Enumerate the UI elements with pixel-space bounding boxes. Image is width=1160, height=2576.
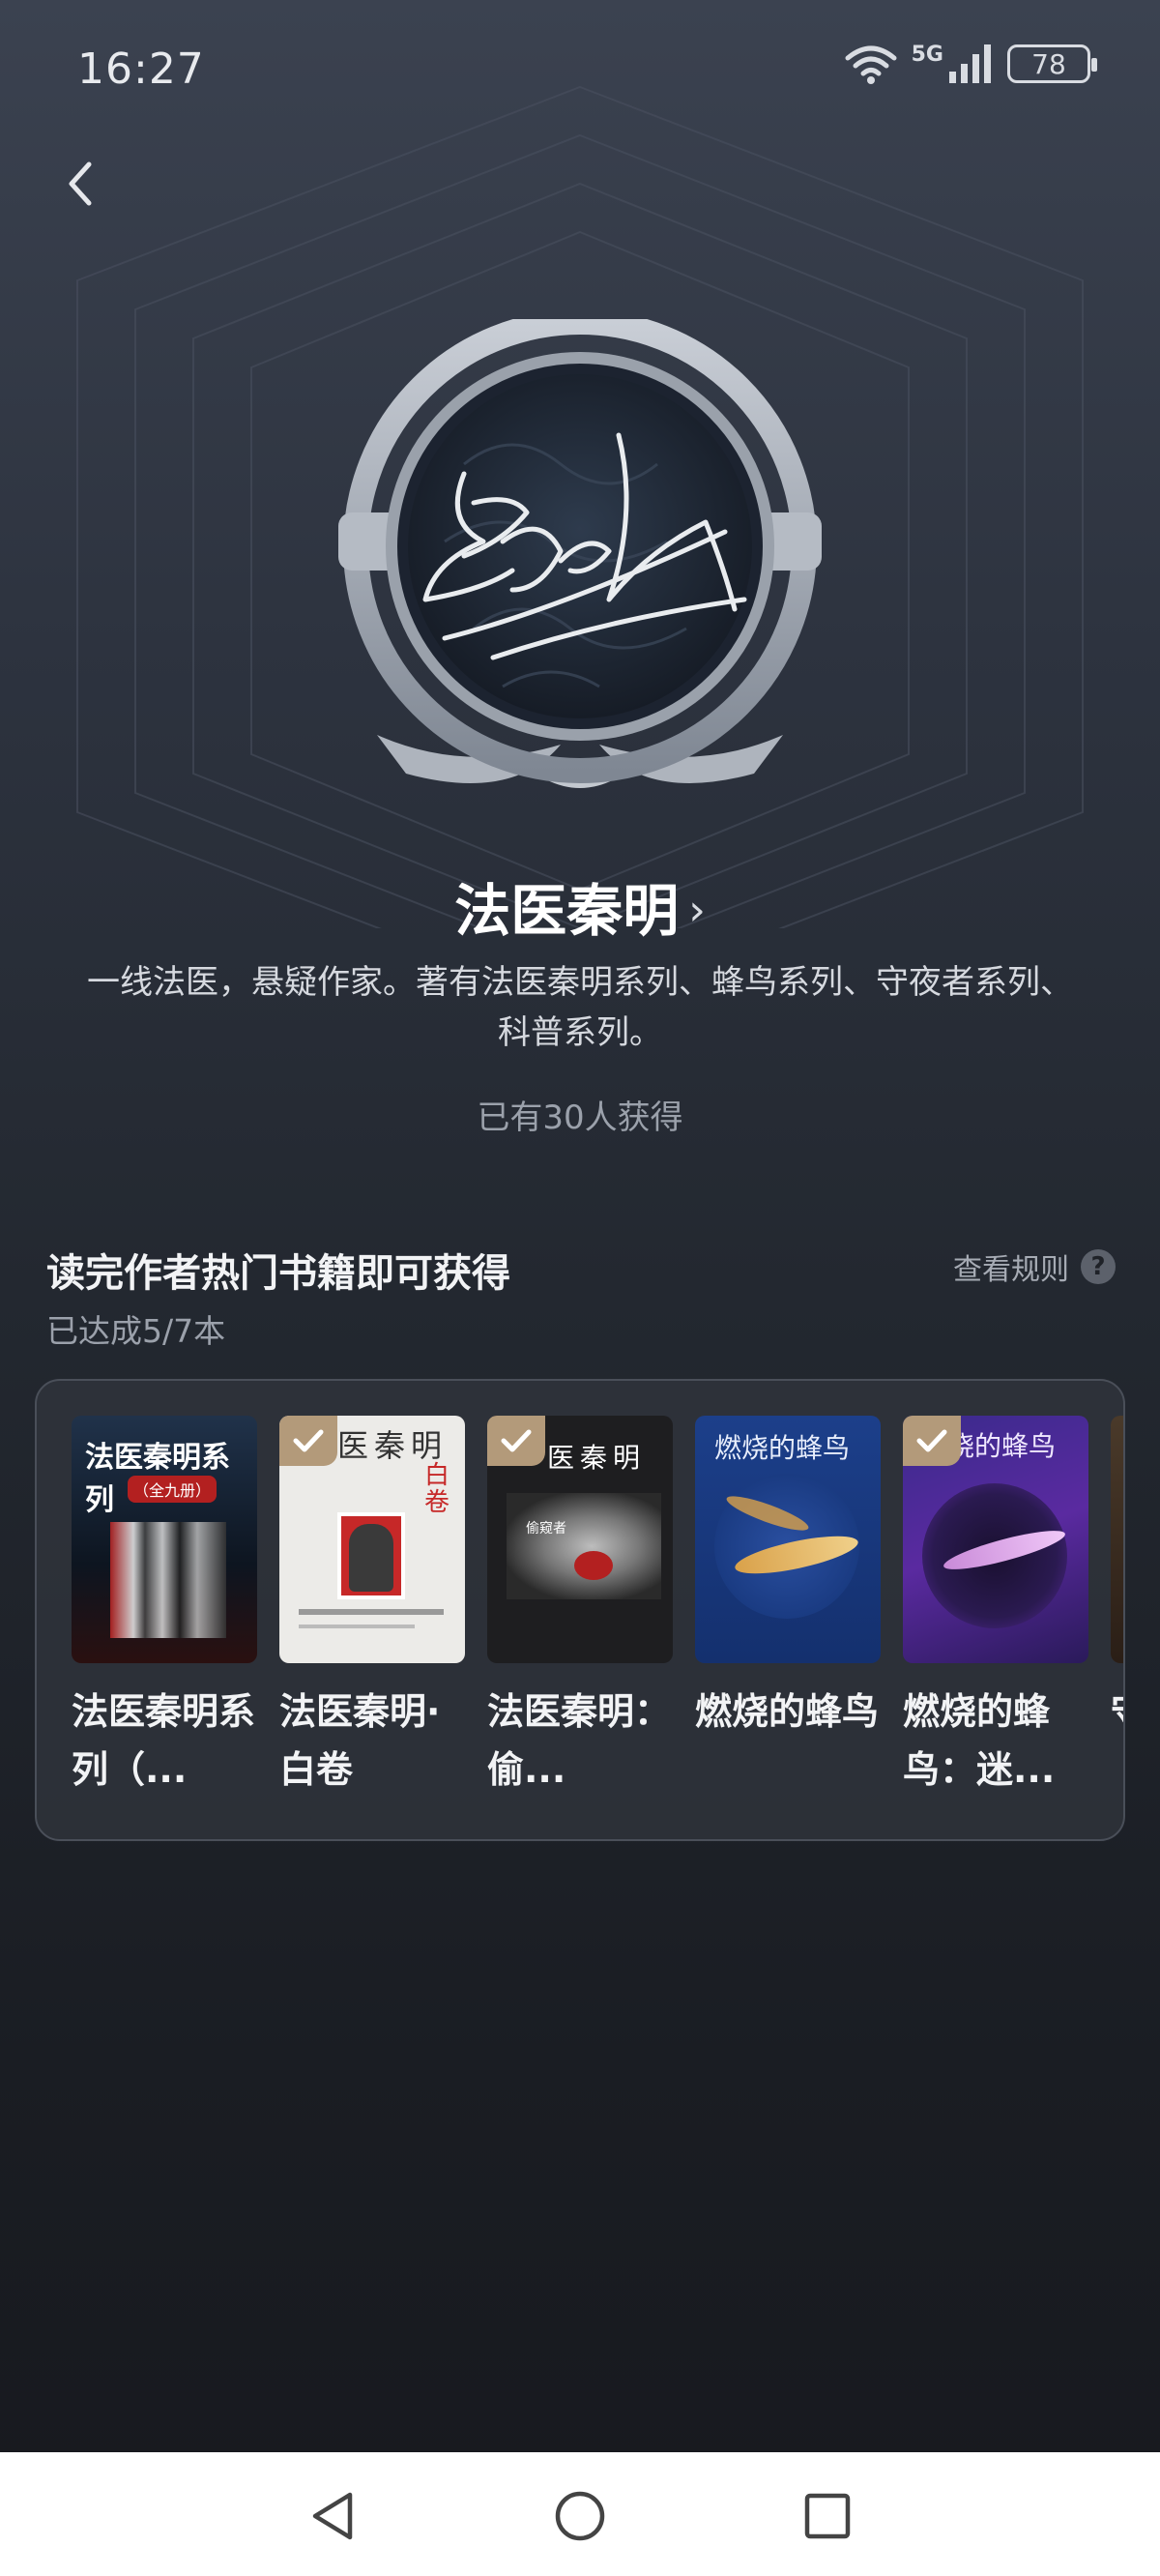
- book-title: 燃烧的蜂鸟: [695, 1690, 880, 1733]
- recents-square-icon[interactable]: [802, 2491, 853, 2541]
- cover-title: 医秦明: [547, 1442, 647, 1474]
- system-nav-bar: [0, 2452, 1160, 2576]
- book-cover: 医秦明 偷窥者: [487, 1416, 673, 1663]
- home-circle-icon[interactable]: [553, 2489, 607, 2543]
- book-title: 法医秦明：偷...: [487, 1690, 672, 1791]
- book-cover: 医秦明 白卷: [279, 1416, 465, 1663]
- signature-medal-icon: [338, 309, 822, 788]
- author-name: 法医秦明: [454, 878, 680, 944]
- chevron-right-icon: ›: [688, 886, 706, 935]
- book-item[interactable]: 燃烧的蜂鸟 燃烧的蜂鸟: [695, 1416, 881, 1741]
- cover-subtitle: （全九册）: [128, 1476, 218, 1503]
- question-icon: ?: [1081, 1249, 1116, 1284]
- book-cover: [1111, 1416, 1123, 1663]
- books-list[interactable]: 法医秦明系列 （全九册） 法医秦明系列（... 医秦明 白卷 法医秦明·白卷 医…: [35, 1379, 1125, 1841]
- cover-title: 烧的蜂鸟: [947, 1430, 1057, 1462]
- view-rules-button[interactable]: 查看规则 ?: [953, 1245, 1116, 1288]
- book-item[interactable]: 法医秦明系列 （全九册） 法医秦明系列（...: [72, 1416, 257, 1799]
- author-description: 一线法医，悬疑作家。著有法医秦明系列、蜂鸟系列、守夜者系列、科普系列。: [87, 963, 1073, 1052]
- cover-title: 燃烧的蜂鸟: [714, 1432, 851, 1464]
- book-item[interactable]: 守...: [1111, 1416, 1123, 1741]
- book-cover: 法医秦明系列 （全九册）: [72, 1416, 257, 1663]
- book-title: 燃烧的蜂鸟：迷...: [903, 1690, 1056, 1791]
- chevron-left-icon: [69, 161, 92, 206]
- cover-subtitle: 白卷: [424, 1461, 450, 1517]
- cover-subtitle: 偷窥者: [526, 1521, 566, 1537]
- completed-check-icon: [903, 1416, 961, 1466]
- book-cover: 燃烧的蜂鸟: [695, 1416, 881, 1663]
- earned-count: 已有30人获得: [477, 1098, 683, 1137]
- book-title: 守...: [1111, 1683, 1123, 1741]
- back-button[interactable]: [54, 155, 112, 213]
- author-name-link[interactable]: 法医秦明 ›: [0, 865, 1160, 947]
- cover-title: 医秦明: [337, 1427, 449, 1464]
- author-badge: [319, 309, 841, 822]
- task-title: 读完作者热门书籍即可获得: [46, 1251, 510, 1296]
- view-rules-label: 查看规则: [953, 1253, 1069, 1287]
- book-item[interactable]: 烧的蜂鸟 燃烧的蜂鸟：迷...: [903, 1416, 1088, 1799]
- progress-text: 已达成5/7本: [46, 1312, 226, 1350]
- completed-check-icon: [487, 1416, 545, 1466]
- book-title: 法医秦明·白卷: [279, 1690, 441, 1791]
- book-cover: 烧的蜂鸟: [903, 1416, 1088, 1663]
- back-triangle-icon[interactable]: [307, 2489, 358, 2543]
- completed-check-icon: [279, 1416, 337, 1466]
- book-item[interactable]: 医秦明 偷窥者 法医秦明：偷...: [487, 1416, 673, 1799]
- book-title: 法医秦明系列（...: [72, 1690, 256, 1791]
- book-item[interactable]: 医秦明 白卷 法医秦明·白卷: [279, 1416, 465, 1799]
